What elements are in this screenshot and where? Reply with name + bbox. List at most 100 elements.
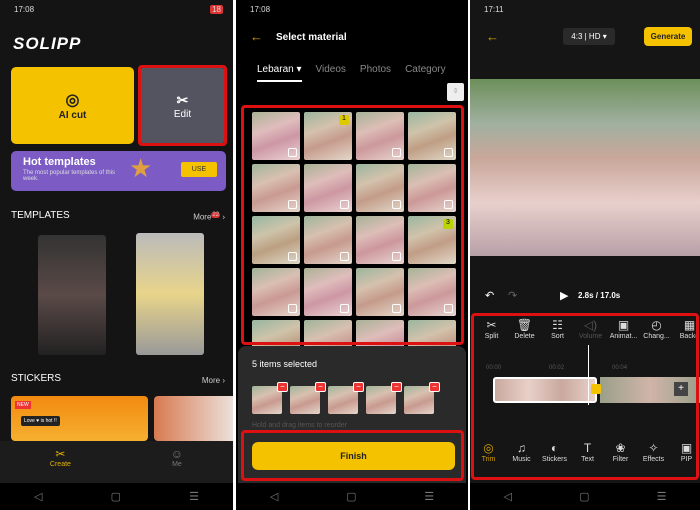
sort-toggle-button[interactable]: ⇕	[447, 83, 464, 101]
expand-icon[interactable]	[340, 200, 349, 209]
media-thumb[interactable]	[252, 112, 300, 160]
expand-icon[interactable]	[340, 304, 349, 313]
media-thumb[interactable]	[304, 216, 352, 264]
finish-button[interactable]: Finish	[252, 442, 455, 470]
media-thumb[interactable]: 1	[304, 112, 352, 160]
media-thumb[interactable]	[252, 268, 300, 316]
selected-thumb[interactable]: −	[252, 382, 288, 414]
add-clip-button[interactable]: +	[674, 382, 688, 396]
tool-delete[interactable]: 🗑 Delete	[508, 318, 541, 340]
home-icon[interactable]: ▢	[111, 490, 121, 503]
expand-icon[interactable]	[288, 304, 297, 313]
expand-icon[interactable]	[392, 252, 401, 261]
selected-thumb[interactable]: −	[328, 382, 364, 414]
tab-videos[interactable]: Videos	[316, 64, 346, 82]
menu-icon[interactable]: ☰	[657, 490, 667, 503]
play-button[interactable]: ▶	[560, 289, 568, 302]
expand-icon[interactable]	[444, 148, 453, 157]
tab-me[interactable]: ☺ Me	[171, 447, 183, 483]
expand-icon[interactable]	[288, 148, 297, 157]
media-thumb[interactable]	[408, 164, 456, 212]
back-arrow-icon[interactable]: ←	[486, 29, 499, 44]
ai-cut-button[interactable]: ◎ AI cut	[11, 67, 134, 144]
expand-icon[interactable]	[340, 252, 349, 261]
generate-button[interactable]: Generate	[644, 27, 692, 46]
tab-category[interactable]: Category	[405, 64, 446, 82]
tab-create[interactable]: ✂ Create	[50, 447, 71, 483]
media-thumb[interactable]	[252, 216, 300, 264]
hot-templates-banner[interactable]: Hot templates The most popular templates…	[11, 151, 226, 191]
back-arrow-icon[interactable]: ←	[250, 29, 263, 44]
tool-music[interactable]: ♫ Music	[505, 441, 538, 463]
tool-label: Volume	[578, 333, 603, 340]
remove-icon[interactable]: −	[277, 382, 288, 392]
editor-screen: 17:11 ← 4:3 | HD ▾ Generate ↶ ↷ ▶ 2.8s /…	[470, 0, 700, 510]
format-selector[interactable]: 4:3 | HD ▾	[563, 28, 615, 45]
tool-trim[interactable]: ◎ Trim	[472, 441, 505, 463]
back-icon[interactable]: ◁	[34, 490, 42, 503]
status-bar: 17:08 18	[14, 5, 223, 14]
remove-icon[interactable]: −	[353, 382, 364, 392]
stickers-more-link[interactable]: More ›	[202, 376, 225, 385]
menu-icon[interactable]: ☰	[424, 490, 434, 503]
tool-animat[interactable]: ▣ Animat...	[607, 318, 640, 340]
tool-effects[interactable]: ✧ Effects	[637, 441, 670, 463]
tab-album[interactable]: Lebaran ▾	[257, 64, 302, 82]
template-thumb[interactable]	[38, 235, 106, 355]
tool-split[interactable]: ✂ Split	[475, 318, 508, 340]
expand-icon[interactable]	[444, 200, 453, 209]
remove-icon[interactable]: −	[429, 382, 440, 392]
expand-icon[interactable]	[288, 252, 297, 261]
selected-thumb[interactable]: −	[290, 382, 326, 414]
media-thumb[interactable]	[408, 112, 456, 160]
template-thumb[interactable]	[136, 233, 204, 355]
tool-chang[interactable]: ◴ Chang...	[640, 318, 673, 340]
media-thumb[interactable]	[356, 268, 404, 316]
edit-button[interactable]: ✂ Edit	[140, 67, 225, 144]
home-icon[interactable]: ▢	[579, 490, 589, 503]
tab-photos[interactable]: Photos	[360, 64, 391, 82]
remove-icon[interactable]: −	[315, 382, 326, 392]
playhead[interactable]	[588, 345, 589, 405]
media-thumb[interactable]	[356, 216, 404, 264]
selected-thumb[interactable]: −	[366, 382, 402, 414]
clip[interactable]	[493, 377, 597, 403]
quality-label: HD	[588, 32, 601, 41]
media-thumb[interactable]	[356, 164, 404, 212]
undo-icon[interactable]: ↶	[485, 289, 494, 302]
timeline[interactable]: 00:00 00:02 00:04 +	[470, 345, 700, 410]
menu-icon[interactable]: ☰	[189, 490, 199, 503]
expand-icon[interactable]	[288, 200, 297, 209]
sticker-pack[interactable]	[154, 396, 233, 441]
video-preview[interactable]	[470, 79, 700, 256]
use-button[interactable]: USE	[181, 162, 217, 177]
sticker-pack[interactable]: NEW Love ♥ is hot !!	[11, 396, 148, 441]
expand-icon[interactable]	[392, 200, 401, 209]
media-thumb[interactable]	[252, 164, 300, 212]
expand-icon[interactable]	[392, 304, 401, 313]
tool-filter[interactable]: ❀ Filter	[604, 441, 637, 463]
expand-icon[interactable]	[444, 304, 453, 313]
tool-backg[interactable]: ▦ Backg	[673, 318, 700, 340]
tool-stickers[interactable]: ◐ Stickers	[538, 441, 571, 463]
clock: 17:08	[250, 5, 271, 14]
tool-label: Delete	[514, 333, 535, 340]
templates-more-link[interactable]: More22 ›	[193, 212, 225, 222]
tool-pip[interactable]: ▣ PIP	[670, 441, 700, 463]
tool-text[interactable]: T Text	[571, 441, 604, 463]
expand-icon[interactable]	[392, 148, 401, 157]
tool-volume[interactable]: ◁) Volume	[574, 318, 607, 340]
tool-sort[interactable]: ☷ Sort	[541, 318, 574, 340]
redo-icon[interactable]: ↷	[508, 289, 517, 302]
selected-thumb[interactable]: −	[404, 382, 440, 414]
media-thumb[interactable]	[408, 268, 456, 316]
media-thumb[interactable]	[304, 164, 352, 212]
media-thumb[interactable]	[304, 268, 352, 316]
remove-icon[interactable]: −	[391, 382, 402, 392]
transition-icon[interactable]	[591, 384, 601, 394]
media-thumb[interactable]: 3	[408, 216, 456, 264]
back-icon[interactable]: ◁	[504, 490, 512, 503]
home-icon[interactable]: ▢	[346, 490, 356, 503]
back-icon[interactable]: ◁	[270, 490, 278, 503]
media-thumb[interactable]	[356, 112, 404, 160]
